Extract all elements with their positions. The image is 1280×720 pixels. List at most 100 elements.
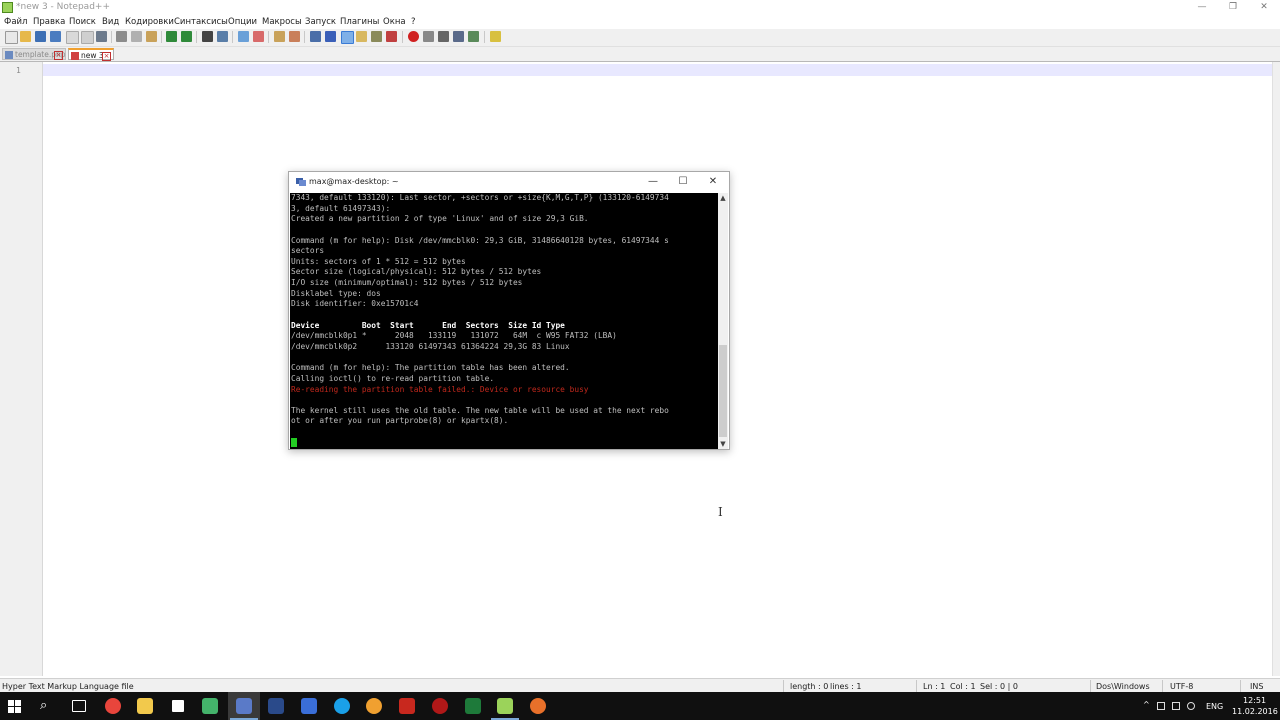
tab-close-icon[interactable]: × bbox=[102, 52, 111, 61]
doc-map-icon[interactable] bbox=[371, 31, 382, 42]
chrome-icon[interactable] bbox=[105, 698, 121, 714]
terminal-line: Calling ioctl() to re-read partition tab… bbox=[291, 373, 495, 383]
terminal-console[interactable]: 7343, default 133120): Last sector, +sec… bbox=[290, 193, 718, 449]
toolbar-separator bbox=[232, 31, 233, 43]
close-all-icon[interactable] bbox=[81, 31, 94, 44]
menu-encoding[interactable]: Кодировки bbox=[125, 17, 174, 27]
tab-bar: template.php × new 3 × bbox=[0, 47, 1280, 62]
sync-vertical-icon[interactable] bbox=[274, 31, 285, 42]
find-icon[interactable] bbox=[202, 31, 213, 42]
terminal-line: The kernel still uses the old table. The… bbox=[291, 405, 669, 415]
run-macro-multiple-icon[interactable] bbox=[453, 31, 464, 42]
terminal-titlebar[interactable]: max@max-desktop: ~ — ☐ ✕ bbox=[289, 172, 729, 192]
play-macro-icon[interactable] bbox=[438, 31, 449, 42]
clock-date[interactable]: 11.02.2016 bbox=[1232, 707, 1278, 716]
firefox-icon[interactable] bbox=[530, 698, 546, 714]
tab-new-3[interactable]: new 3 × bbox=[68, 48, 114, 61]
menu-edit[interactable]: Правка bbox=[33, 17, 65, 27]
record-macro-icon[interactable] bbox=[408, 31, 419, 42]
restore-button[interactable]: ❐ bbox=[1222, 1, 1244, 13]
file-explorer-icon[interactable] bbox=[137, 698, 153, 714]
xming-icon[interactable] bbox=[202, 698, 218, 714]
terminal-line: 3, default 61497343): bbox=[291, 203, 391, 213]
spreadsheet-icon[interactable] bbox=[465, 698, 481, 714]
notepadpp-taskbar-icon[interactable] bbox=[497, 698, 513, 714]
minimize-button[interactable]: — bbox=[1191, 1, 1213, 13]
terminal-line: Sector size (logical/physical): 512 byte… bbox=[291, 267, 542, 277]
zoom-out-icon[interactable] bbox=[253, 31, 264, 42]
terminal-scrollbar[interactable]: ▲ ▼ bbox=[718, 193, 728, 449]
terminal-title: max@max-desktop: ~ bbox=[309, 177, 399, 186]
scroll-down-icon[interactable]: ▼ bbox=[718, 439, 728, 449]
start-button[interactable] bbox=[6, 698, 22, 714]
menu-search[interactable]: Поиск bbox=[69, 17, 96, 27]
menu-help[interactable]: ? bbox=[411, 17, 416, 27]
status-bar: Hyper Text Markup Language file length :… bbox=[0, 678, 1280, 693]
status-encoding[interactable]: UTF-8 bbox=[1170, 682, 1193, 691]
print-icon[interactable] bbox=[96, 31, 107, 42]
remote-desktop-icon[interactable] bbox=[301, 698, 317, 714]
show-all-chars-icon[interactable] bbox=[325, 31, 336, 42]
tray-app-icon[interactable] bbox=[1157, 702, 1165, 710]
filezilla-icon[interactable] bbox=[399, 698, 415, 714]
function-list-icon[interactable] bbox=[386, 31, 397, 42]
menu-view[interactable]: Вид bbox=[102, 17, 119, 27]
volume-icon[interactable] bbox=[1187, 702, 1195, 710]
tab-template-php[interactable]: template.php × bbox=[2, 48, 66, 60]
menu-run[interactable]: Запуск bbox=[305, 17, 336, 27]
search-icon[interactable]: ⌕ bbox=[40, 698, 47, 713]
redo-icon[interactable] bbox=[181, 31, 192, 42]
new-file-icon[interactable] bbox=[5, 31, 18, 44]
status-separator bbox=[916, 680, 917, 692]
clock-time[interactable]: 12:51 bbox=[1243, 696, 1266, 705]
sync-horizontal-icon[interactable] bbox=[289, 31, 300, 42]
save-icon[interactable] bbox=[35, 31, 46, 42]
menu-file[interactable]: Файл bbox=[4, 17, 27, 27]
menu-plugins[interactable]: Плагины bbox=[340, 17, 379, 27]
close-file-icon[interactable] bbox=[66, 31, 79, 44]
terminal-line: /dev/mmcblk0p2 133120 61497343 61364224 … bbox=[291, 341, 570, 351]
network-icon[interactable] bbox=[1172, 702, 1180, 710]
tray-chevron-icon[interactable]: ^ bbox=[1143, 700, 1150, 709]
status-eol[interactable]: Dos\Windows bbox=[1096, 682, 1150, 691]
stop-macro-icon[interactable] bbox=[423, 31, 434, 42]
zoom-in-icon[interactable] bbox=[238, 31, 249, 42]
cut-icon[interactable] bbox=[116, 31, 127, 42]
open-file-icon[interactable] bbox=[20, 31, 31, 42]
menu-windows[interactable]: Окна bbox=[383, 17, 406, 27]
notepad-title: *new 3 - Notepad++ bbox=[16, 2, 110, 12]
undo-icon[interactable] bbox=[166, 31, 177, 42]
terminal-close-button[interactable]: ✕ bbox=[699, 175, 727, 189]
winscp-icon[interactable] bbox=[268, 698, 284, 714]
skype-icon[interactable] bbox=[334, 698, 350, 714]
menu-options[interactable]: Опции bbox=[228, 17, 257, 27]
paste-icon[interactable] bbox=[146, 31, 157, 42]
save-macro-icon[interactable] bbox=[468, 31, 479, 42]
language-indicator[interactable]: ENG bbox=[1206, 702, 1223, 711]
save-all-icon[interactable] bbox=[50, 31, 61, 42]
menu-syntax[interactable]: Синтаксисы bbox=[174, 17, 228, 27]
indent-guide-icon[interactable] bbox=[341, 31, 354, 44]
editor-scrollbar[interactable] bbox=[1272, 62, 1280, 676]
plugin-icon[interactable] bbox=[490, 31, 501, 42]
cherry-icon[interactable] bbox=[432, 698, 448, 714]
word-wrap-icon[interactable] bbox=[310, 31, 321, 42]
terminal-maximize-button[interactable]: ☐ bbox=[669, 175, 697, 189]
menu-macros[interactable]: Макросы bbox=[262, 17, 302, 27]
media-player-icon[interactable] bbox=[366, 698, 382, 714]
terminal-minimize-button[interactable]: — bbox=[639, 175, 667, 189]
notepad-app-icon bbox=[2, 2, 13, 13]
task-view-icon[interactable] bbox=[72, 700, 86, 712]
replace-icon[interactable] bbox=[217, 31, 228, 42]
putty-taskbar-icon[interactable] bbox=[236, 698, 252, 714]
copy-icon[interactable] bbox=[131, 31, 142, 42]
status-insert-mode[interactable]: INS bbox=[1250, 682, 1263, 691]
store-icon[interactable] bbox=[170, 698, 186, 714]
scroll-thumb[interactable] bbox=[719, 345, 727, 437]
close-button[interactable]: ✕ bbox=[1253, 1, 1275, 13]
language-icon[interactable] bbox=[356, 31, 367, 42]
toolbar-separator bbox=[161, 31, 162, 43]
tab-close-icon[interactable]: × bbox=[54, 51, 63, 60]
scroll-up-icon[interactable]: ▲ bbox=[718, 193, 728, 203]
